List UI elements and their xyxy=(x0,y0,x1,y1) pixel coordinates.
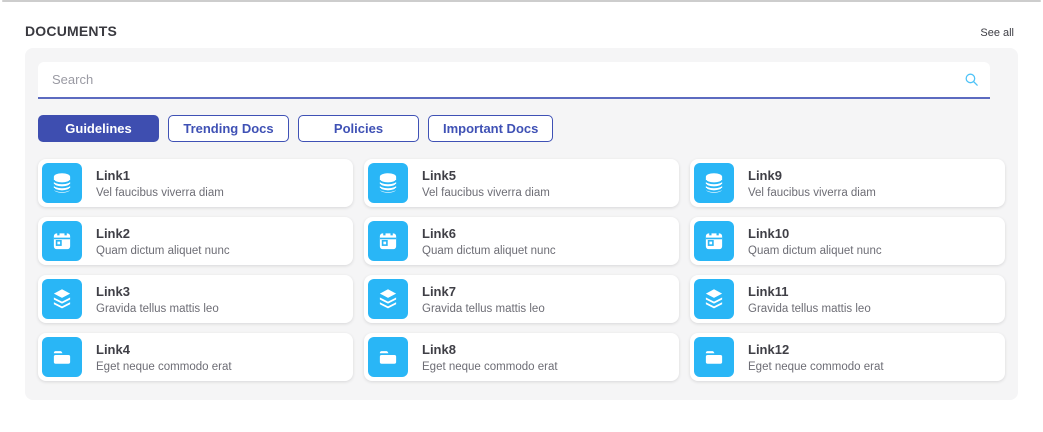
layers-icon xyxy=(368,279,408,319)
link-subtitle: Gravida tellus mattis leo xyxy=(748,303,871,315)
calendar-icon xyxy=(694,221,734,261)
link-subtitle: Vel faucibus viverra diam xyxy=(96,187,224,199)
database-icon xyxy=(694,163,734,203)
link-subtitle: Eget neque commodo erat xyxy=(96,361,232,373)
link-card-4[interactable]: Link4 Eget neque commodo erat xyxy=(38,333,353,381)
link-title: Link6 xyxy=(422,226,556,241)
database-icon xyxy=(42,163,82,203)
link-title: Link2 xyxy=(96,226,230,241)
links-grid: Link1 Vel faucibus viverra diam Link5 Ve… xyxy=(38,159,1005,381)
link-card-9[interactable]: Link9 Vel faucibus viverra diam xyxy=(690,159,1005,207)
filter-trending-docs[interactable]: Trending Docs xyxy=(168,115,289,142)
top-divider xyxy=(2,0,1041,2)
filter-policies[interactable]: Policies xyxy=(298,115,419,142)
layers-icon xyxy=(42,279,82,319)
link-card-10[interactable]: Link10 Quam dictum aliquet nunc xyxy=(690,217,1005,265)
search-icon[interactable] xyxy=(963,71,980,88)
filter-important-docs[interactable]: Important Docs xyxy=(428,115,553,142)
link-subtitle: Quam dictum aliquet nunc xyxy=(96,245,230,257)
link-card-5[interactable]: Link5 Vel faucibus viverra diam xyxy=(364,159,679,207)
link-subtitle: Vel faucibus viverra diam xyxy=(748,187,876,199)
search-input[interactable] xyxy=(38,62,990,97)
link-subtitle: Gravida tellus mattis leo xyxy=(422,303,545,315)
link-card-11[interactable]: Link11 Gravida tellus mattis leo xyxy=(690,275,1005,323)
link-card-8[interactable]: Link8 Eget neque commodo erat xyxy=(364,333,679,381)
filter-chip-row: Guidelines Trending Docs Policies Import… xyxy=(38,115,1005,142)
link-card-7[interactable]: Link7 Gravida tellus mattis leo xyxy=(364,275,679,323)
link-card-2[interactable]: Link2 Quam dictum aliquet nunc xyxy=(38,217,353,265)
link-card-6[interactable]: Link6 Quam dictum aliquet nunc xyxy=(364,217,679,265)
section-header: DOCUMENTS See all xyxy=(0,0,1043,39)
link-title: Link7 xyxy=(422,284,545,299)
link-subtitle: Quam dictum aliquet nunc xyxy=(748,245,882,257)
link-title: Link1 xyxy=(96,168,224,183)
link-card-3[interactable]: Link3 Gravida tellus mattis leo xyxy=(38,275,353,323)
link-title: Link10 xyxy=(748,226,882,241)
layers-icon xyxy=(694,279,734,319)
link-card-12[interactable]: Link12 Eget neque commodo erat xyxy=(690,333,1005,381)
link-subtitle: Eget neque commodo erat xyxy=(748,361,884,373)
documents-panel: Guidelines Trending Docs Policies Import… xyxy=(25,48,1018,400)
link-card-1[interactable]: Link1 Vel faucibus viverra diam xyxy=(38,159,353,207)
folder-icon xyxy=(42,337,82,377)
folder-icon xyxy=(368,337,408,377)
link-subtitle: Eget neque commodo erat xyxy=(422,361,558,373)
database-icon xyxy=(368,163,408,203)
link-subtitle: Quam dictum aliquet nunc xyxy=(422,245,556,257)
search-bar xyxy=(38,62,990,99)
see-all-link[interactable]: See all xyxy=(980,27,1014,39)
filter-guidelines[interactable]: Guidelines xyxy=(38,115,159,142)
link-subtitle: Vel faucibus viverra diam xyxy=(422,187,550,199)
link-subtitle: Gravida tellus mattis leo xyxy=(96,303,219,315)
page-title: DOCUMENTS xyxy=(25,23,117,39)
calendar-icon xyxy=(368,221,408,261)
link-title: Link8 xyxy=(422,342,558,357)
calendar-icon xyxy=(42,221,82,261)
link-title: Link4 xyxy=(96,342,232,357)
link-title: Link5 xyxy=(422,168,550,183)
link-title: Link9 xyxy=(748,168,876,183)
folder-icon xyxy=(694,337,734,377)
link-title: Link12 xyxy=(748,342,884,357)
link-title: Link11 xyxy=(748,284,871,299)
link-title: Link3 xyxy=(96,284,219,299)
